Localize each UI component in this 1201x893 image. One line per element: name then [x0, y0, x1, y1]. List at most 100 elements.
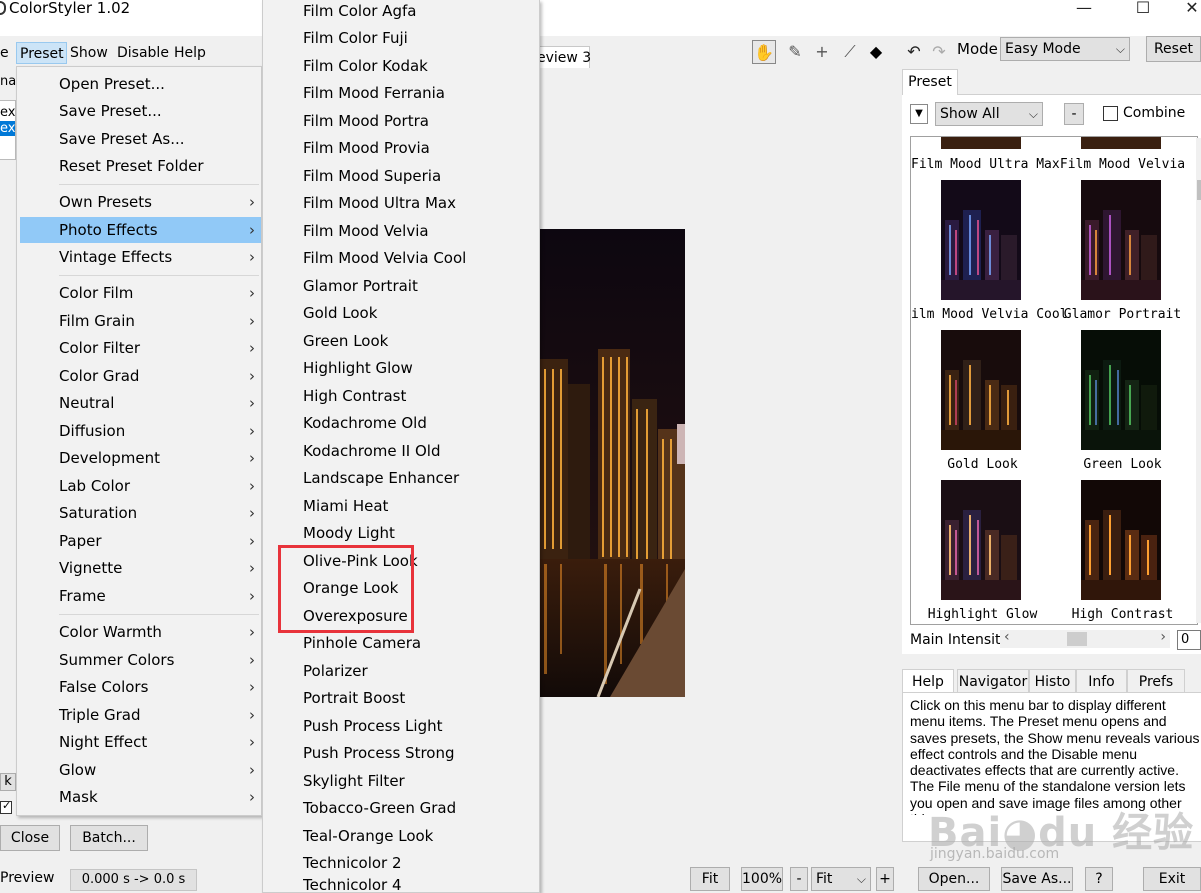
left-panel-checkbox[interactable]: ✓ [0, 799, 12, 814]
submenu-item[interactable]: Kodachrome II Old [303, 438, 440, 464]
menu-item-color-warmth[interactable]: Color Warmth › [20, 619, 261, 645]
menu-item-false-colors[interactable]: False Colors › [20, 674, 261, 700]
tab-histo[interactable]: Histo [1029, 669, 1076, 693]
submenu-item[interactable]: Film Mood Velvia [303, 218, 429, 244]
preset-thumbnail[interactable] [941, 330, 1021, 450]
menu-file[interactable]: e [0, 42, 12, 64]
menu-item-development[interactable]: Development › [20, 445, 261, 471]
submenu-item[interactable]: Tobacco-Green Grad [303, 795, 456, 821]
menu-item-glow[interactable]: Glow › [20, 757, 261, 783]
brush-icon[interactable]: ⟋ [838, 40, 862, 64]
zoom-100-button[interactable]: 100% [741, 867, 783, 891]
submenu-item[interactable]: Film Color Fuji [303, 25, 408, 51]
submenu-item[interactable]: Miami Heat [303, 493, 388, 519]
chevron-left-icon[interactable]: ‹ [1004, 629, 1010, 645]
menu-item-lab-color[interactable]: Lab Color › [20, 473, 261, 499]
preset-thumbnail[interactable] [1081, 137, 1161, 149]
minimize-button[interactable]: — [1072, 0, 1096, 17]
help-question-button[interactable]: ? [1085, 867, 1113, 891]
preset-thumbnail[interactable] [1081, 330, 1161, 450]
eyedropper-icon[interactable]: ✎ [783, 40, 807, 64]
fit-button[interactable]: Fit [690, 867, 730, 891]
menu-item-frame[interactable]: Frame › [20, 583, 261, 609]
zoom-select[interactable]: Fit ⌵ [811, 867, 871, 891]
submenu-item[interactable]: Portrait Boost [303, 685, 405, 711]
split-view-icon[interactable]: ◆ [864, 40, 888, 64]
submenu-item[interactable]: Technicolor 4 [303, 872, 402, 893]
file-list-item-selected[interactable]: ex [0, 121, 15, 136]
menu-item-color-film[interactable]: Color Film › [20, 280, 261, 306]
preset-thumbnail-grid[interactable]: Film Mood Ultra Max Film Mood Velvia ilm… [910, 136, 1198, 625]
menu-item-color-filter[interactable]: Color Filter › [20, 335, 261, 361]
submenu-item[interactable]: Glamor Portrait [303, 273, 418, 299]
submenu-item[interactable]: Gold Look [303, 300, 377, 326]
menu-item-color-grad[interactable]: Color Grad › [20, 363, 261, 389]
close-button[interactable]: Close [0, 825, 60, 851]
tab-info[interactable]: Info [1076, 669, 1127, 693]
thumbnail-scroll-thumb[interactable] [1197, 180, 1201, 200]
submenu-item[interactable]: Highlight Glow [303, 355, 413, 381]
submenu-item[interactable]: Film Color Kodak [303, 53, 428, 79]
tab-prefs[interactable]: Prefs [1127, 669, 1185, 693]
menu-item-triple-grad[interactable]: Triple Grad › [20, 702, 261, 728]
preset-thumbnail[interactable] [1081, 180, 1161, 300]
menu-item-film-grain[interactable]: Film Grain › [20, 308, 261, 334]
preset-thumbnail[interactable] [941, 480, 1021, 600]
submenu-item[interactable]: Film Mood Portra [303, 108, 429, 134]
menu-item-mask[interactable]: Mask › [20, 784, 261, 810]
preset-dropdown-button[interactable]: ▼ [910, 104, 928, 124]
left-panel-button[interactable]: k [0, 773, 16, 791]
submenu-item[interactable]: Green Look [303, 328, 388, 354]
reset-button[interactable]: Reset [1146, 36, 1201, 62]
batch-button[interactable]: Batch... [70, 825, 148, 851]
preset-minus-button[interactable]: - [1064, 103, 1084, 125]
open-button[interactable]: Open... [918, 867, 990, 891]
main-intensity-thumb[interactable] [1067, 632, 1088, 646]
menu-item-save-preset[interactable]: Save Preset... [20, 98, 261, 124]
menu-help[interactable]: Help [171, 42, 209, 64]
tab-help[interactable]: Help [902, 669, 954, 693]
save-as-button[interactable]: Save As... [1001, 867, 1073, 891]
menu-item-paper[interactable]: Paper › [20, 528, 261, 554]
preset-filter-select[interactable]: Show All ⌵ [935, 102, 1043, 126]
preset-thumbnail[interactable] [941, 137, 1021, 149]
menu-disable[interactable]: Disable [114, 42, 172, 64]
menu-preset[interactable]: Preset [16, 42, 67, 64]
redo-icon[interactable]: ↷ [927, 40, 951, 64]
file-list-item[interactable]: ex [0, 105, 15, 120]
menu-item-save-preset-as[interactable]: Save Preset As... [20, 126, 261, 152]
submenu-item[interactable]: Film Mood Ultra Max [303, 190, 456, 216]
close-window-button[interactable]: ✕ [1180, 0, 1201, 17]
thumbnail-scrollbar[interactable] [1196, 138, 1201, 623]
menu-item-summer-colors[interactable]: Summer Colors › [20, 647, 261, 673]
zoom-out-button[interactable]: - [790, 867, 808, 891]
maximize-button[interactable]: ☐ [1131, 0, 1155, 17]
submenu-item[interactable]: High Contrast [303, 383, 406, 409]
submenu-item[interactable]: Film Mood Superia [303, 163, 441, 189]
tab-preset[interactable]: Preset [902, 69, 958, 95]
preset-thumbnail[interactable] [1081, 480, 1161, 600]
menu-item-reset-preset-folder[interactable]: Reset Preset Folder [20, 153, 261, 179]
submenu-item[interactable]: Push Process Light [303, 713, 442, 739]
preset-thumbnail[interactable] [941, 180, 1021, 300]
menu-item-open-preset[interactable]: Open Preset... [20, 71, 261, 97]
submenu-item[interactable]: Pinhole Camera [303, 630, 421, 656]
submenu-item[interactable]: Film Mood Velvia Cool [303, 245, 466, 271]
submenu-item[interactable]: Skylight Filter [303, 768, 405, 794]
combine-checkbox[interactable] [1103, 106, 1118, 121]
submenu-item[interactable]: Kodachrome Old [303, 410, 427, 436]
mode-select[interactable]: Easy Mode ⌵ [1000, 37, 1130, 61]
submenu-item[interactable]: Landscape Enhancer [303, 465, 459, 491]
submenu-item[interactable]: Polarizer [303, 658, 368, 684]
menu-item-vintage-effects[interactable]: Vintage Effects › [20, 244, 261, 270]
menu-item-photo-effects[interactable]: Photo Effects › [20, 217, 261, 243]
menu-item-night-effect[interactable]: Night Effect › [20, 729, 261, 755]
crosshair-icon[interactable]: + [810, 40, 834, 64]
menu-item-vignette[interactable]: Vignette › [20, 555, 261, 581]
zoom-in-button[interactable]: + [876, 867, 894, 891]
menu-item-diffusion[interactable]: Diffusion › [20, 418, 261, 444]
exit-button[interactable]: Exit [1143, 867, 1201, 891]
submenu-item[interactable]: Film Mood Provia [303, 135, 430, 161]
menu-item-own-presets[interactable]: Own Presets › [20, 189, 261, 215]
menu-item-saturation[interactable]: Saturation › [20, 500, 261, 526]
